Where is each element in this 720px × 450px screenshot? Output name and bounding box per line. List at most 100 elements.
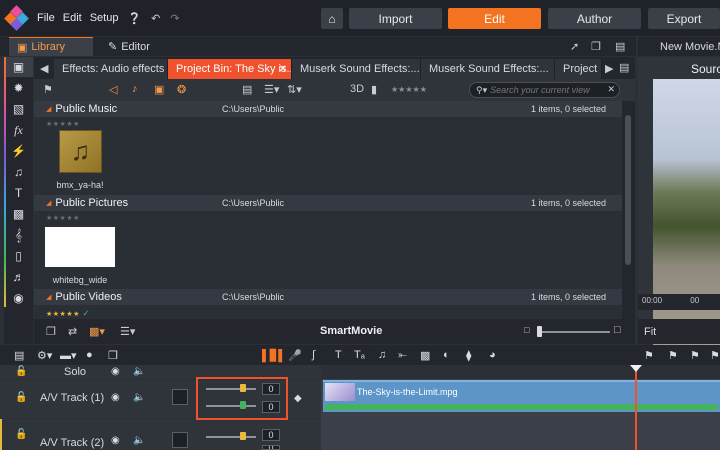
sound-effects-icon[interactable]: ♬ — [4, 267, 33, 287]
group-header[interactable]: ◢ Public Pictures C:\Users\Public 1 item… — [34, 195, 622, 211]
video-clip[interactable]: The-Sky-is-the-Limit.mpg — [323, 380, 720, 412]
marker-next-icon[interactable]: ⚑ — [690, 349, 700, 362]
rating-filter[interactable]: ★★★★★ — [391, 85, 427, 94]
bin-tab-project-bin[interactable]: Project Bin: The Sky is... ✕ — [168, 59, 292, 79]
storyboard-icon[interactable]: ❐ — [108, 349, 118, 362]
effects-icon[interactable]: fx — [4, 120, 33, 140]
pan-knob[interactable] — [240, 401, 246, 409]
scroll-left-icon[interactable]: ◀ — [40, 62, 48, 75]
volume-value[interactable]: 0 — [262, 429, 280, 441]
collapse-icon[interactable]: ◢ — [46, 293, 51, 301]
thumbnail-view-icon[interactable]: ▩▾ — [89, 325, 105, 338]
filter-project-icon[interactable]: ❂ — [177, 83, 186, 96]
score-fitter-icon[interactable]: ♫ — [378, 349, 386, 361]
close-tab-icon[interactable]: ✕ — [279, 64, 287, 75]
audio-icon[interactable]: 𝄞 — [4, 225, 33, 245]
sort-icon[interactable]: ⇅▾ — [287, 83, 302, 96]
collections-icon[interactable]: ✹ — [4, 78, 33, 98]
filter-video-icon[interactable]: ◁ — [109, 83, 117, 96]
view-3d-toggle[interactable]: 3D — [350, 83, 364, 95]
eye-icon[interactable]: ◉ — [111, 366, 120, 377]
track-grid-icon[interactable] — [172, 432, 188, 448]
author-button[interactable]: Author — [548, 8, 641, 29]
track-name[interactable]: A/V Track (1) — [40, 392, 104, 404]
tag-icon[interactable]: ⚑ — [43, 83, 53, 96]
keyframe-icon[interactable]: ◆ — [294, 393, 302, 404]
timeline-ruler[interactable] — [321, 365, 720, 379]
group-rating[interactable]: ★★★★★ — [46, 120, 80, 128]
picture-thumbnail[interactable] — [45, 227, 115, 267]
thumbnail-size-slider[interactable] — [537, 331, 610, 333]
home-button[interactable]: ⌂ — [321, 8, 343, 29]
import-button[interactable]: Import — [349, 8, 442, 29]
group-header[interactable]: ◢ Public Videos C:\Users\Public 1 items,… — [34, 289, 622, 305]
audio-mixer-icon[interactable]: ▌▊▌ — [262, 349, 286, 362]
slider-knob[interactable] — [537, 326, 542, 337]
transitions-icon[interactable]: ⚡ — [4, 141, 33, 161]
collapse-icon[interactable]: ◢ — [46, 199, 51, 207]
sync-icon[interactable]: ⇄ — [68, 325, 77, 338]
comment-icon[interactable]: ▮ — [371, 83, 377, 96]
volume-value[interactable]: 0 — [262, 383, 280, 395]
project-bins-icon[interactable]: ▣ — [4, 57, 33, 77]
preview-tab[interactable]: New Movie.M — [638, 37, 720, 56]
group-header[interactable]: ◢ Public Music C:\Users\Public 1 items, … — [34, 101, 622, 117]
volume-slider[interactable] — [206, 388, 256, 390]
list-view-icon[interactable]: ☰▾ — [264, 83, 279, 96]
group-rating[interactable]: ★★★★★ ✓ — [46, 308, 90, 319]
marker-icon[interactable]: ⚑ — [668, 349, 678, 362]
pan-slider[interactable] — [206, 405, 256, 407]
layout-icon[interactable]: ▤ — [615, 40, 625, 53]
speaker-icon[interactable]: 🔈 — [133, 435, 145, 446]
timeline-area[interactable]: The-Sky-is-the-Limit.mpg — [321, 365, 720, 450]
collapse-icon[interactable]: ◢ — [46, 105, 51, 113]
copy-icon[interactable]: ❐ — [591, 40, 601, 53]
voice-over-icon[interactable]: 🎤 — [288, 349, 302, 362]
record-icon[interactable]: ● — [86, 349, 93, 361]
search-input[interactable] — [490, 85, 616, 95]
disc-icon[interactable]: ◉ — [4, 288, 33, 308]
stack-icon[interactable]: ❐ — [46, 325, 56, 338]
lock-icon[interactable]: 🔓 — [15, 366, 27, 377]
eye-icon[interactable]: ◉ — [111, 392, 120, 403]
menu-setup[interactable]: Setup — [90, 12, 119, 24]
track-name[interactable]: A/V Track (2) — [40, 437, 104, 449]
group-rating[interactable]: ★★★★★ — [46, 214, 80, 222]
marker-left-icon[interactable]: ⚑ — [644, 349, 654, 362]
split-icon[interactable]: ⤜ — [398, 349, 407, 362]
clear-search-icon[interactable]: ✕ — [607, 84, 615, 95]
menus-icon[interactable]: ▯ — [4, 246, 33, 266]
tab-library[interactable]: ▣ Library — [9, 37, 93, 56]
volume-knob[interactable] — [240, 384, 246, 392]
details-view-icon[interactable]: ☰▾ — [120, 325, 135, 338]
edit-button[interactable]: Edit — [448, 8, 541, 29]
eye-icon[interactable]: ◉ — [111, 435, 120, 446]
undo-icon[interactable]: ↶ — [151, 12, 160, 25]
speaker-icon[interactable]: 🔈 — [133, 392, 145, 403]
redo-icon[interactable]: ↷ — [170, 12, 179, 25]
playhead[interactable] — [630, 365, 642, 450]
export-button[interactable]: Export — [648, 8, 720, 29]
library-scrollbar[interactable] — [622, 101, 635, 319]
bin-tab-audio-effects[interactable]: Effects: Audio effects — [54, 59, 168, 79]
scroll-right-icon[interactable]: ▶ — [605, 62, 613, 75]
pan-value[interactable]: 0 — [262, 401, 280, 413]
titles-icon[interactable]: T — [4, 183, 33, 203]
media-icon[interactable]: ▧ — [4, 99, 33, 119]
track-grid-icon[interactable] — [172, 389, 188, 405]
zoom-fit[interactable]: Fit — [638, 319, 720, 344]
folder-icon[interactable]: ▤ — [242, 83, 252, 96]
menu-file[interactable]: File — [37, 12, 55, 24]
music-icon[interactable]: ♫ — [4, 162, 33, 182]
music-thumbnail[interactable]: ♫ — [59, 130, 102, 173]
montage-icon[interactable]: ▩ — [4, 204, 33, 224]
bin-tab-muserk-2[interactable]: Muserk Sound Effects:... — [421, 59, 555, 79]
pan-value[interactable]: 0 — [262, 445, 280, 450]
lock-icon[interactable]: 🔓 — [15, 429, 27, 440]
scrollbar-thumb[interactable] — [625, 115, 631, 265]
tab-menu-icon[interactable]: ▤ — [619, 61, 629, 74]
marker-more-icon[interactable]: ⚑ — [710, 349, 720, 362]
filter-photo-icon[interactable]: ▣ — [154, 83, 164, 96]
smartmovie-title[interactable]: SmartMovie — [320, 325, 382, 337]
snap-icon[interactable]: ▬▾ — [60, 349, 77, 362]
